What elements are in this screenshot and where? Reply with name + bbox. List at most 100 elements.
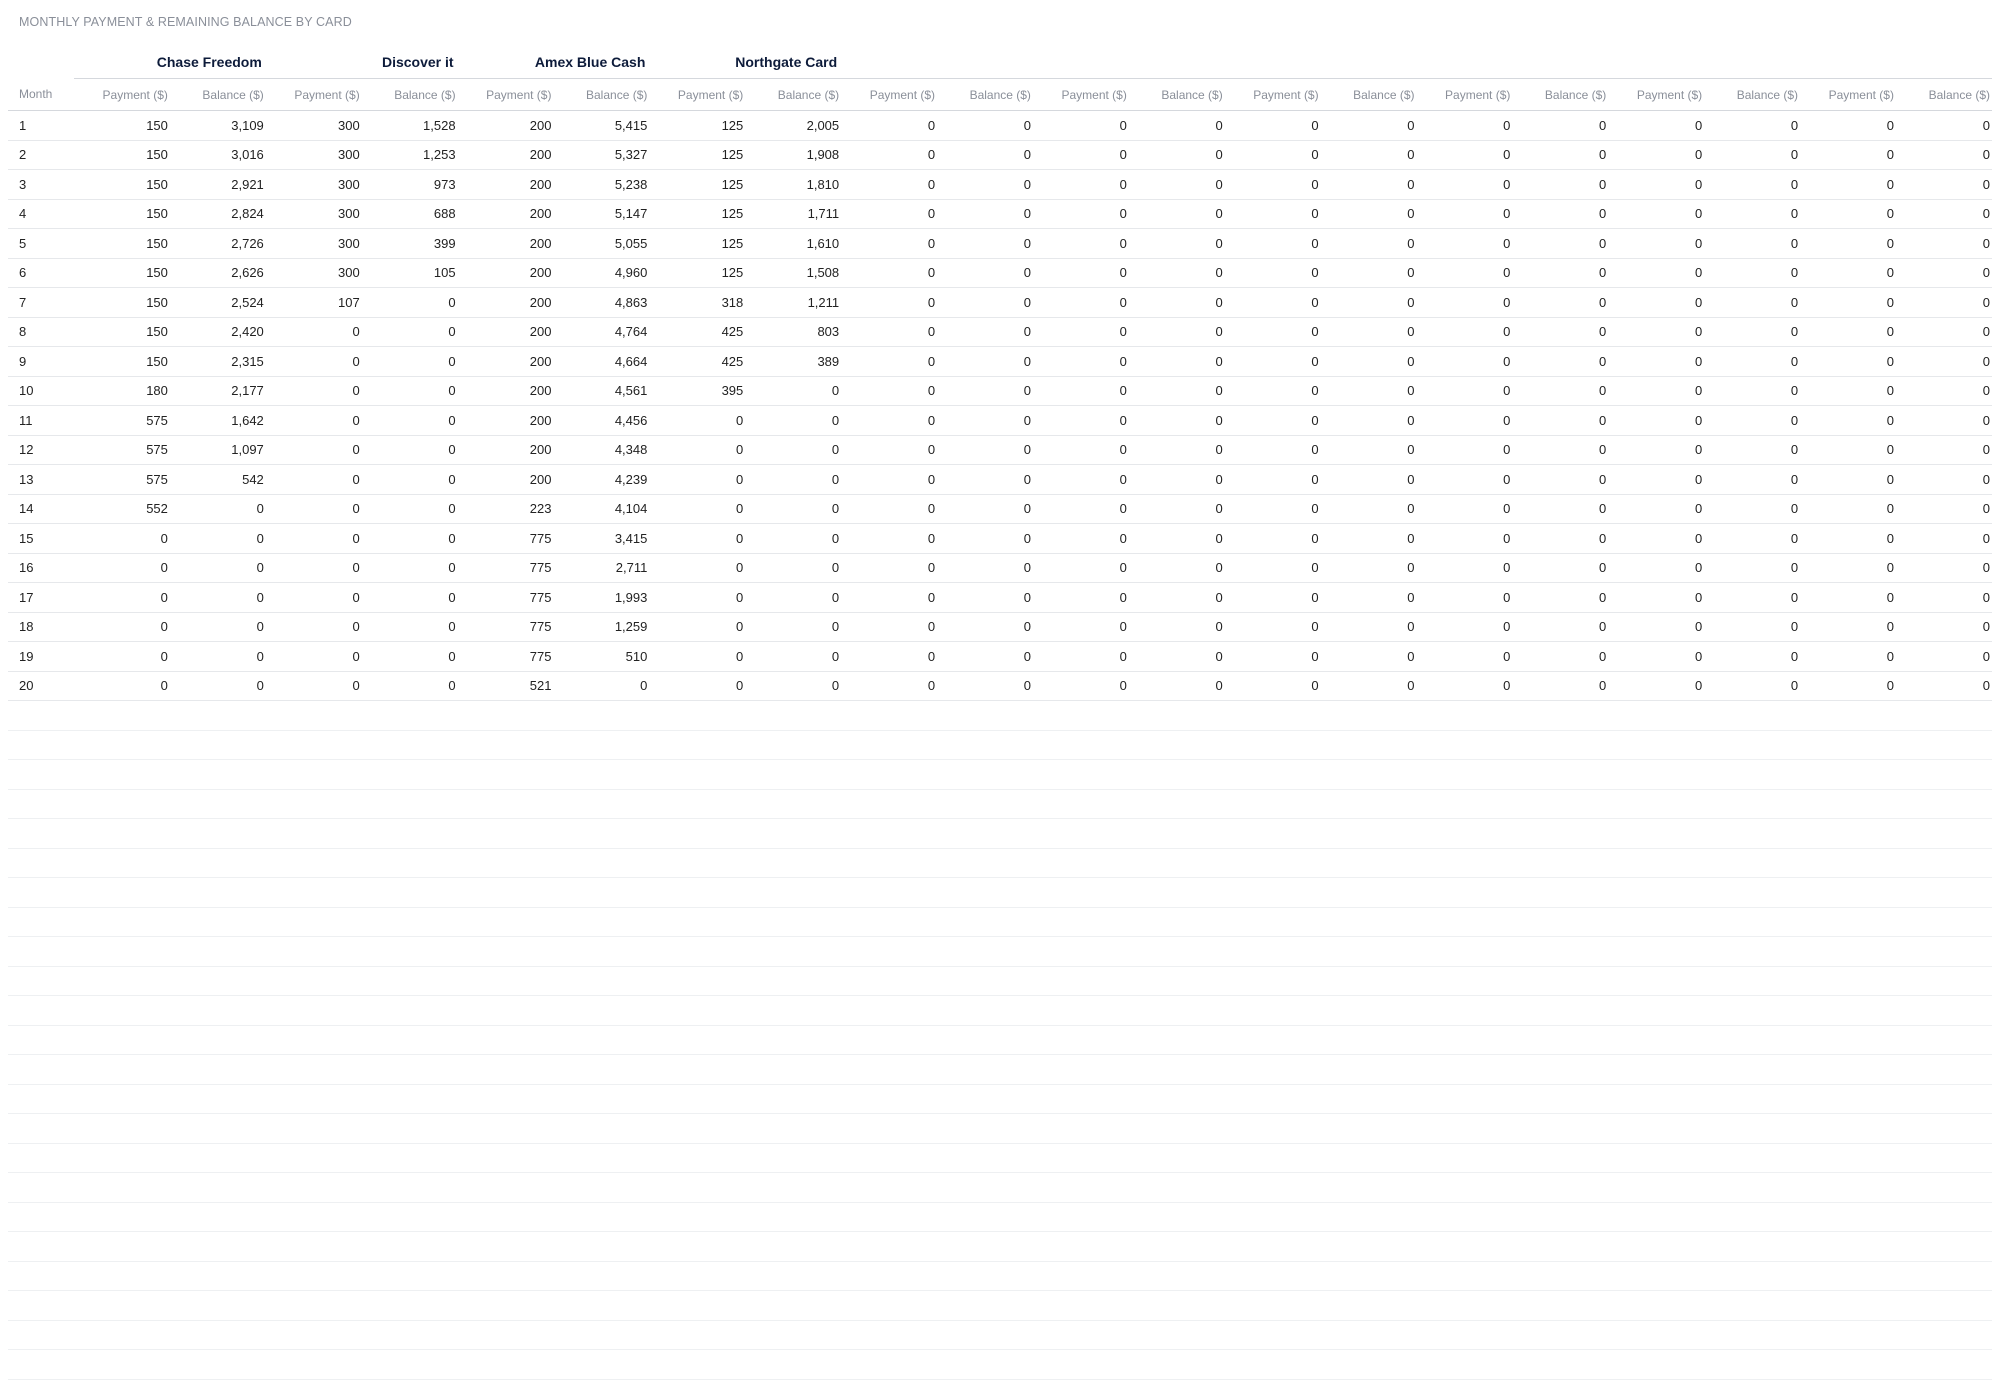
empty-cell <box>8 848 1992 878</box>
balance-cell: 0 <box>1704 287 1801 318</box>
balance-column-header: Balance ($) <box>745 78 842 111</box>
balance-column-header: Balance ($) <box>1704 78 1801 111</box>
balance-cell: 0 <box>1128 258 1225 288</box>
balance-cell: 0 <box>1512 494 1609 524</box>
table-row: 10 180 2,177 0 0 200 4,561 395 0 0 0 0 0 0 0 0 0 0 0 0 0 <box>8 376 1992 406</box>
balance-cell: 1,711 <box>745 199 842 229</box>
balance-cell: 0 <box>1512 582 1609 613</box>
balance-cell: 0 <box>1320 199 1417 229</box>
balance-cell: 0 <box>1895 140 1992 170</box>
payment-cell: 0 <box>1608 523 1705 554</box>
payment-cell: 0 <box>1416 582 1513 613</box>
balance-cell: 0 <box>1704 199 1801 229</box>
balance-cell: 0 <box>1704 405 1801 436</box>
balance-cell: 973 <box>361 169 458 200</box>
payment-cell: 125 <box>649 228 746 259</box>
card-header-10 <box>1800 45 1992 79</box>
table-row: 1 150 3,109 300 1,528 200 5,415 125 2,005 0 0 0 0 0 0 0… <box>8 110 1992 141</box>
payment-balance-table: Chase Freedom Discover it Amex Blue Cash No… <box>8 45 1992 1380</box>
balance-cell: 0 <box>937 494 1033 524</box>
month-column-header: Month <box>8 78 74 111</box>
balance-column-header: Balance ($) <box>1128 78 1225 111</box>
payment-cell: 0 <box>1416 110 1513 141</box>
payment-cell: 0 <box>1032 169 1129 200</box>
payment-cell: 0 <box>841 464 938 495</box>
payment-cell: 0 <box>1416 641 1513 672</box>
balance-cell: 0 <box>169 671 266 701</box>
empty-row <box>8 1202 1992 1232</box>
balance-cell: 0 <box>361 464 458 495</box>
payment-cell: 200 <box>457 346 554 377</box>
payment-cell: 0 <box>265 405 362 436</box>
balance-cell: 0 <box>1895 199 1992 229</box>
payment-cell: 200 <box>457 228 554 259</box>
balance-cell: 0 <box>745 553 842 583</box>
balance-cell: 0 <box>361 494 458 524</box>
empty-cell <box>8 1113 1992 1144</box>
payment-cell: 0 <box>1608 553 1705 583</box>
balance-cell: 4,664 <box>553 346 650 377</box>
balance-cell: 1,097 <box>169 435 266 465</box>
payment-cell: 150 <box>74 140 170 170</box>
payment-cell: 0 <box>841 169 938 200</box>
empty-row <box>8 995 1992 1026</box>
balance-cell: 2,626 <box>169 258 266 288</box>
balance-cell: 0 <box>1704 140 1801 170</box>
payment-cell: 0 <box>841 671 938 701</box>
balance-cell: 1,810 <box>745 169 842 200</box>
empty-row <box>8 730 1992 760</box>
balance-cell: 0 <box>937 435 1033 465</box>
balance-cell: 4,239 <box>553 464 650 495</box>
balance-cell: 0 <box>361 671 458 701</box>
balance-cell: 0 <box>1128 523 1225 554</box>
payment-cell: 0 <box>1032 582 1129 613</box>
balance-cell: 0 <box>1895 464 1992 495</box>
empty-cell <box>8 1290 1992 1321</box>
column-header-row: Month Payment ($) Balance ($) Payment ($) Ba… <box>8 78 1992 111</box>
payment-cell: 0 <box>1416 523 1513 554</box>
payment-column-header: Payment ($) <box>1224 78 1321 111</box>
payment-cell: 775 <box>457 553 554 583</box>
balance-cell: 803 <box>745 317 842 347</box>
payment-cell: 0 <box>841 435 938 465</box>
balance-cell: 0 <box>1128 287 1225 318</box>
payment-cell: 300 <box>265 110 362 141</box>
table-row: 17 0 0 0 0 775 1,993 0 0 0 0 0 0 0 0 0 0 0 0 0 0 <box>8 582 1992 613</box>
empty-cell <box>8 1025 1992 1055</box>
payment-cell: 0 <box>1800 258 1896 288</box>
balance-cell: 0 <box>1320 287 1417 318</box>
balance-cell: 0 <box>1512 287 1609 318</box>
balance-cell: 0 <box>1512 376 1609 406</box>
balance-cell: 1,508 <box>745 258 842 288</box>
balance-cell: 0 <box>1512 258 1609 288</box>
payment-cell: 552 <box>74 494 170 524</box>
payment-cell: 0 <box>841 287 938 318</box>
payment-cell: 0 <box>1032 287 1129 318</box>
balance-cell: 5,415 <box>553 110 650 141</box>
empty-row <box>8 1084 1992 1114</box>
payment-cell: 318 <box>649 287 746 318</box>
card-header-row: Chase Freedom Discover it Amex Blue Cash No… <box>8 45 1992 79</box>
empty-row <box>8 1025 1992 1055</box>
payment-cell: 0 <box>1800 671 1896 701</box>
payment-column-header: Payment ($) <box>74 78 170 111</box>
balance-cell: 0 <box>1895 258 1992 288</box>
balance-cell: 0 <box>1320 435 1417 465</box>
payment-column-header: Payment ($) <box>649 78 746 111</box>
card-header-1: Chase Freedom <box>74 45 266 79</box>
month-cell: 6 <box>8 258 74 288</box>
payment-cell: 0 <box>841 641 938 672</box>
payment-cell: 0 <box>1224 671 1321 701</box>
payment-cell: 0 <box>841 140 938 170</box>
balance-cell: 0 <box>1320 346 1417 377</box>
payment-cell: 0 <box>1608 464 1705 495</box>
balance-cell: 0 <box>937 523 1033 554</box>
empty-cell <box>8 1320 1992 1350</box>
empty-cell <box>8 1143 1992 1173</box>
payment-cell: 0 <box>265 582 362 613</box>
balance-cell: 0 <box>1512 317 1609 347</box>
balance-cell: 5,327 <box>553 140 650 170</box>
balance-cell: 0 <box>361 287 458 318</box>
balance-cell: 0 <box>1128 464 1225 495</box>
payment-cell: 395 <box>649 376 746 406</box>
